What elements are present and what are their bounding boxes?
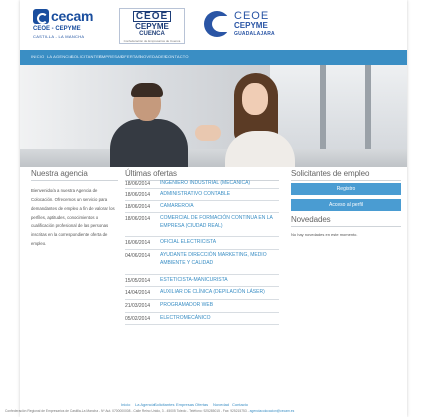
- hero-handshake: [195, 125, 221, 141]
- ceoe-guadalajara-line2: CEPYME: [234, 21, 268, 30]
- footer-link-la-agencia[interactable]: La Agencia: [135, 402, 155, 407]
- applicants-rule: [291, 180, 401, 181]
- ceoe-guadalajara-line3: GUADALAJARA: [234, 31, 275, 37]
- ceoe-guadalajara-logo[interactable]: CEOE CEPYME GUADALAJARA: [204, 11, 294, 41]
- footer-link-contacto[interactable]: Contacto: [232, 402, 248, 407]
- ceoe-cuenca-line3: CUENCA: [139, 31, 165, 37]
- applicants-title: Solicitantes de empleo: [291, 169, 370, 178]
- main-nav: INICIO LA AGENCIA SOLICITANTES EMPRESAS …: [20, 50, 407, 65]
- cecam-logo-region: CASTILLA - LA MANCHA: [33, 34, 85, 39]
- offer-row[interactable]: 14/04/2014 AUXILIAR DE CLÍNICA (DEPILACIÓ…: [125, 287, 279, 300]
- page: cecam CEOE - CEPYME CASTILLA - LA MANCHA…: [5, 0, 407, 417]
- ceoe-cuenca-line2: CEPYME: [135, 22, 169, 31]
- footer-link-empresas[interactable]: Empresas: [176, 402, 194, 407]
- offer-row[interactable]: 18/06/2014 CAMARERO/A: [125, 201, 279, 213]
- offer-row[interactable]: 04/06/2014 AYUDANTE DIRECCIÓN MARKETING, …: [125, 250, 279, 275]
- hero-person-woman: [225, 73, 295, 167]
- profile-access-button[interactable]: Acceso al perfil: [291, 199, 401, 211]
- footer-link-inicio[interactable]: Inicio: [121, 402, 130, 407]
- footer-link-solicitantes[interactable]: Solicitantes: [154, 402, 174, 407]
- agency-paragraph: Bienvenido/a a nuestra Agencia de Coloca…: [31, 188, 115, 247]
- offer-row[interactable]: 18/06/2014 COMERCIAL DE FORMACIÓN CONTINU…: [125, 213, 279, 237]
- agency-rule: [31, 180, 118, 181]
- offer-row[interactable]: 21/03/2014 PROGRAMADOR WEB: [125, 300, 279, 313]
- footer-email-link[interactable]: agenciacolocacion@cecam.es: [250, 409, 295, 413]
- cecam-mark-icon: [33, 9, 49, 24]
- ceoe-guadalajara-mark-icon: [204, 11, 230, 37]
- nav-ofertas[interactable]: OFERTAS: [121, 54, 141, 59]
- nav-solicitantes[interactable]: SOLICITANTES: [71, 54, 102, 59]
- news-rule: [291, 226, 401, 227]
- ceoe-cuenca-line1: CEOE: [132, 11, 172, 22]
- offer-row[interactable]: 18/06/2014 ADMINISTRATIVO CONTABLE: [125, 189, 279, 201]
- footer-nav: Inicio La Agencia Solicitantes Empresas …: [20, 402, 407, 408]
- nav-inicio[interactable]: INICIO: [31, 54, 44, 59]
- nav-la-agencia[interactable]: LA AGENCIA: [47, 54, 73, 59]
- offer-row[interactable]: 18/06/2014 INGENIERO INDUSTRIAL (MECANICA…: [125, 177, 279, 189]
- offer-row[interactable]: 16/06/2014 OFICIAL ELECTRICISTA: [125, 237, 279, 250]
- footer-link-ofertas[interactable]: Ofertas: [195, 402, 208, 407]
- nav-empresas[interactable]: EMPRESAS: [99, 54, 123, 59]
- news-title: Novedades: [291, 215, 331, 224]
- header-logos: cecam CEOE - CEPYME CASTILLA - LA MANCHA…: [20, 0, 407, 46]
- offers-list: 18/06/2014 INGENIERO INDUSTRIAL (MECANICA…: [125, 177, 279, 325]
- ceoe-cuenca-logo[interactable]: CEOE CEPYME CUENCA Confederación de Empr…: [119, 8, 185, 44]
- agency-title: Nuestra agencia: [31, 169, 88, 178]
- footer-address-text: Confederación Regional de Empresarios de…: [5, 409, 250, 413]
- nav-novedades[interactable]: NOVEDADES: [140, 54, 167, 59]
- nav-contacto[interactable]: CONTACTO: [165, 54, 189, 59]
- cecam-logo-name: cecam: [51, 8, 94, 24]
- offer-row[interactable]: 15/05/2014 ESTETICISTA-MANICURISTA: [125, 275, 279, 287]
- ceoe-cuenca-line4: Confederación de Empresarios de Cuenca: [123, 39, 181, 43]
- offer-row[interactable]: 05/02/2014 ELECTROMECÁNICO: [125, 313, 279, 325]
- footer-address: Confederación Regional de Empresarios de…: [5, 409, 425, 413]
- cecam-logo[interactable]: cecam CEOE - CEPYME CASTILLA - LA MANCHA: [33, 8, 107, 41]
- hero-person-man: [110, 79, 188, 167]
- news-empty-text: No hay novedades en este momento.: [291, 232, 358, 237]
- register-button[interactable]: Registro: [291, 183, 401, 195]
- hero-image: [20, 65, 407, 167]
- cecam-logo-sub: CEOE - CEPYME: [33, 26, 81, 32]
- footer-link-novedad[interactable]: Novedad: [213, 402, 229, 407]
